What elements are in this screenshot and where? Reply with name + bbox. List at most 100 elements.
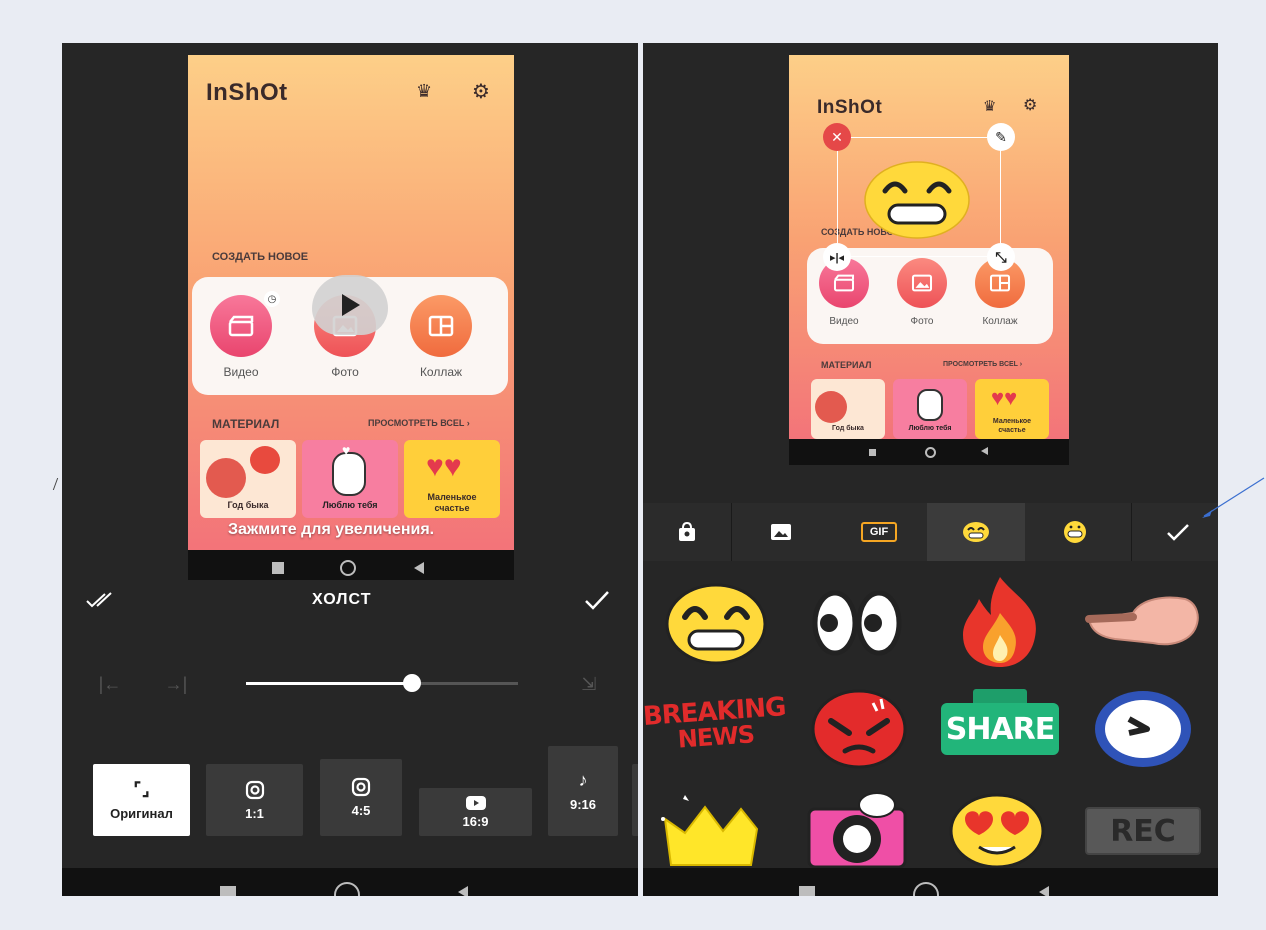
double-check-icon xyxy=(86,592,112,608)
zoom-hint: Зажмите для увеличения. xyxy=(228,521,435,538)
material-label: Год быка xyxy=(227,500,269,510)
youtube-icon xyxy=(465,796,486,810)
material-card-happiness[interactable]: ♥♥ Маленькое счастье xyxy=(975,379,1049,439)
rec-sticker[interactable]: REC xyxy=(1085,807,1201,855)
tab-gif[interactable]: GIF xyxy=(831,503,927,561)
play-overlay-button[interactable] xyxy=(312,275,388,335)
check-icon xyxy=(1166,524,1189,541)
hearts-icon: ♥♥ xyxy=(991,385,1018,410)
photo-label: Фото xyxy=(910,316,934,327)
check-icon xyxy=(585,591,609,610)
clapper-icon xyxy=(833,274,855,292)
clock-badge-icon: ◷ xyxy=(264,291,280,307)
collage-label: Коллаж xyxy=(419,365,463,379)
app-logo: InShOt xyxy=(206,79,288,106)
crown-icon[interactable]: ♛ xyxy=(416,81,432,102)
annotation-arrow xyxy=(1202,477,1265,518)
gear-icon[interactable]: ⚙ xyxy=(1023,95,1037,115)
finger-heart-icon xyxy=(917,389,943,421)
recent-apps-button[interactable] xyxy=(869,449,876,456)
back-button[interactable] xyxy=(458,886,468,896)
crown-icon[interactable]: ♛ xyxy=(983,97,996,115)
back-button[interactable] xyxy=(981,447,988,455)
back-button[interactable] xyxy=(414,562,424,574)
lantern-icon xyxy=(815,391,847,423)
ratio-label: 1:1 xyxy=(245,805,264,821)
zoom-slider-thumb[interactable] xyxy=(402,674,421,692)
home-button[interactable] xyxy=(925,447,936,458)
ratio-label: 16:9 xyxy=(462,814,489,829)
shrink-icon[interactable]: ⇲ xyxy=(574,671,604,697)
ratio-label: 4:5 xyxy=(351,803,371,818)
home-button[interactable] xyxy=(340,560,356,576)
eyes-sticker[interactable] xyxy=(811,589,903,657)
breaking-line2: NEWS xyxy=(676,720,755,754)
ratio-original-button[interactable]: ⌜⌟ Оригинал xyxy=(93,764,190,836)
material-card-ox[interactable]: Год быка xyxy=(200,440,296,518)
angry-face-sticker[interactable] xyxy=(811,689,907,769)
align-right-icon[interactable]: →| xyxy=(158,673,194,695)
material-card-love[interactable]: Люблю тебя xyxy=(893,379,967,439)
video-button[interactable] xyxy=(210,295,272,357)
apple-icon xyxy=(250,446,280,474)
material-card-happiness[interactable]: ♥♥ Маленькое счастье xyxy=(404,440,500,518)
tab-image[interactable] xyxy=(737,503,825,561)
heart-eyes-sticker[interactable] xyxy=(949,791,1045,869)
recent-apps-button[interactable] xyxy=(220,886,236,896)
clock-sticker[interactable] xyxy=(1093,689,1193,769)
ratio-more-button[interactable] xyxy=(632,764,638,836)
heart-icon: ♥ xyxy=(342,442,351,458)
play-icon xyxy=(342,294,360,316)
home-button[interactable] xyxy=(913,882,939,896)
video-label: Видео xyxy=(829,316,859,327)
grin-emoji-icon xyxy=(963,522,989,542)
see-all-link[interactable]: ПРОСМОТРЕТЬ ВСЕL › xyxy=(943,361,1022,368)
resize-sticker-icon[interactable]: ⤡ xyxy=(987,243,1015,271)
share-label: SHARE xyxy=(945,711,1056,747)
ratio-label: Оригинал xyxy=(110,806,173,821)
tab-shop[interactable] xyxy=(643,503,731,561)
material-card-love[interactable]: ♥ Люблю тебя xyxy=(302,440,398,518)
material-card-ox[interactable]: Год быка xyxy=(811,379,885,439)
ratio-16-9-button[interactable]: 16:9 xyxy=(419,788,532,836)
confirm-button[interactable] xyxy=(582,587,612,613)
app-preview[interactable]: InShOt ♛ ⚙ СОЗДАТЬ НОВОЕ Видео Фото Колл… xyxy=(789,55,1069,465)
lantern-icon xyxy=(206,458,246,498)
collage-button[interactable] xyxy=(410,295,472,357)
pointing-hand-sticker[interactable] xyxy=(1085,587,1203,657)
create-new-title: СОЗДАТЬ НОВОЕ xyxy=(212,251,309,263)
home-button[interactable] xyxy=(334,882,360,896)
grin-sticker[interactable] xyxy=(665,583,767,665)
material-label: Год быка xyxy=(832,425,864,432)
fire-sticker[interactable] xyxy=(955,573,1045,669)
share-sticker[interactable]: SHARE xyxy=(941,689,1059,757)
ratio-label: 9:16 xyxy=(569,797,597,812)
photo-button[interactable] xyxy=(897,258,947,308)
recent-apps-button[interactable] xyxy=(799,886,815,896)
recent-apps-button[interactable] xyxy=(272,562,284,574)
crown-sticker[interactable] xyxy=(659,789,763,867)
tab-emoji[interactable] xyxy=(927,503,1025,561)
apply-all-button[interactable] xyxy=(84,588,120,612)
ratio-9-16-button[interactable]: ♪ 9:16 xyxy=(548,746,618,836)
material-label: Люблю тебя xyxy=(322,500,378,510)
share-label-box: SHARE xyxy=(941,703,1059,755)
tab-divider xyxy=(1131,503,1132,561)
back-button[interactable] xyxy=(1039,886,1049,896)
gear-icon[interactable]: ⚙ xyxy=(472,79,490,104)
flip-sticker-icon[interactable]: ▸|◂ xyxy=(823,243,851,271)
rec-label: REC xyxy=(1110,813,1176,849)
align-left-icon[interactable]: |← xyxy=(92,673,128,695)
tab-emoji-2[interactable] xyxy=(1025,503,1125,561)
app-preview[interactable]: InShOt ♛ ⚙ СОЗДАТЬ НОВОЕ ◷ Видео Фото Ко… xyxy=(188,55,514,580)
camera-sticker[interactable] xyxy=(805,791,907,869)
ratio-1-1-button[interactable]: 1:1 xyxy=(206,764,303,836)
instagram-icon xyxy=(245,780,264,799)
delete-sticker-icon[interactable]: ✕ xyxy=(823,123,851,151)
ratio-4-5-button[interactable]: 4:5 xyxy=(320,759,402,836)
breaking-news-sticker[interactable]: BREAKING NEWS xyxy=(643,691,786,758)
see-all-link[interactable]: ПРОСМОТРЕТЬ ВСЕL › xyxy=(368,418,470,428)
grin-sticker-placed[interactable] xyxy=(863,159,971,241)
image-icon xyxy=(771,524,791,540)
edit-sticker-icon[interactable]: ✎ xyxy=(987,123,1015,151)
